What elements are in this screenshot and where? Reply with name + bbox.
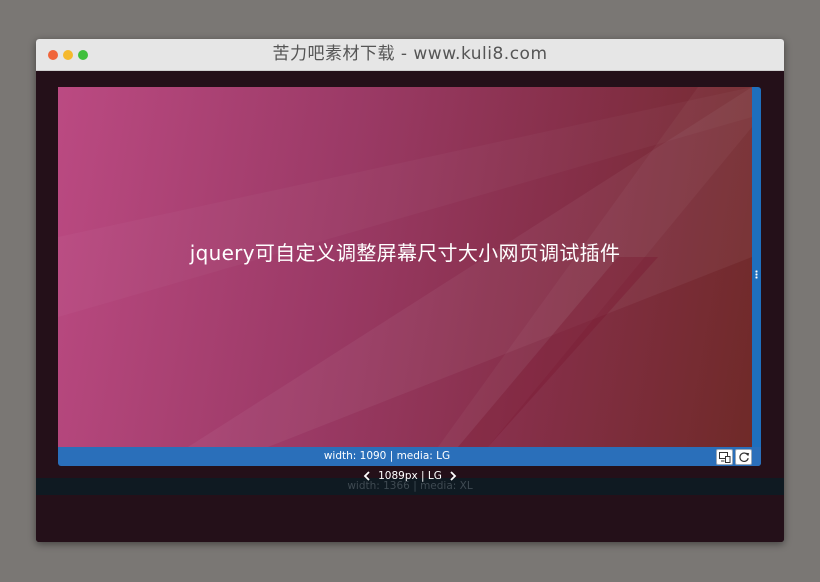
size-navigator: 1089px | LG — [36, 467, 784, 485]
title-bar: 苦力吧素材下载 - www.kuli8.com — [36, 39, 784, 71]
current-size-label: 1089px | LG — [378, 470, 442, 482]
rotate-icon — [738, 452, 749, 462]
devices-button[interactable] — [716, 449, 733, 465]
viewport-status-bar: width: 1090 | media: LG — [58, 447, 761, 466]
page-headline: jquery可自定义调整屏幕尺寸大小网页调试插件 — [189, 241, 621, 265]
resize-handle[interactable] — [752, 87, 761, 466]
window-body: jquery可自定义调整屏幕尺寸大小网页调试插件 width: 1090 | m… — [36, 71, 784, 542]
chevron-right-icon — [450, 471, 457, 481]
previous-size-button[interactable] — [360, 469, 374, 483]
browser-window: 苦力吧素材下载 - www.kuli8.com jquery可自定义调整屏幕尺寸… — [36, 39, 784, 542]
next-size-button[interactable] — [446, 469, 460, 483]
window-title: 苦力吧素材下载 - www.kuli8.com — [272, 44, 548, 64]
grip-icon — [755, 270, 758, 279]
background-shapes — [188, 87, 752, 447]
rotate-button[interactable] — [735, 449, 752, 465]
chevron-left-icon — [363, 471, 370, 481]
viewport-size-readout: width: 1090 | media: LG — [323, 450, 451, 462]
devices-icon — [718, 451, 730, 463]
preview-viewport: jquery可自定义调整屏幕尺寸大小网页调试插件 — [58, 87, 752, 447]
